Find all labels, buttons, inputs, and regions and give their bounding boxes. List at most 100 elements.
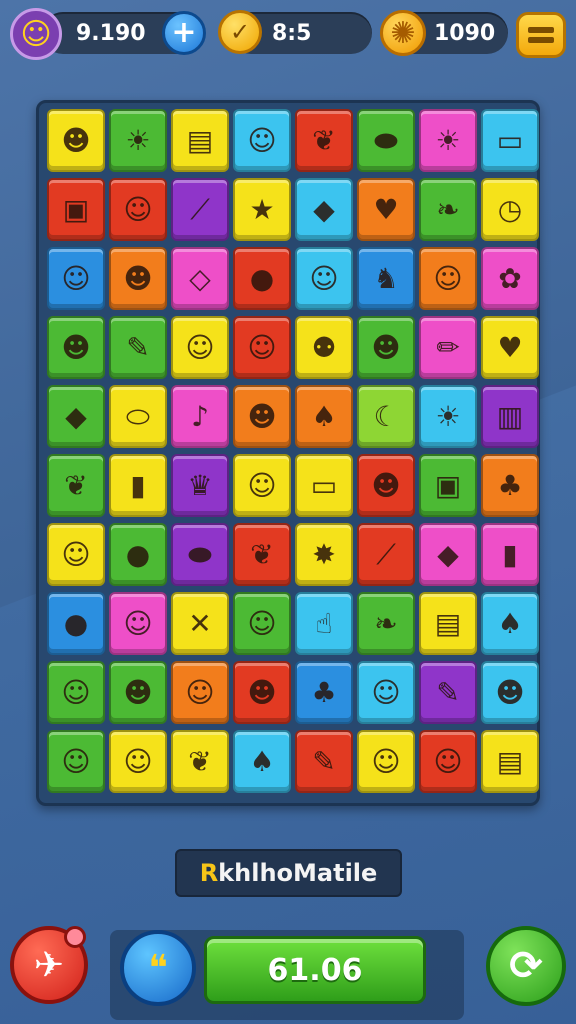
- tile[interactable]: ✎: [295, 730, 353, 793]
- tile[interactable]: ❧: [419, 178, 477, 241]
- tile[interactable]: ❦: [233, 523, 291, 586]
- notepad-icon: ▤: [496, 744, 524, 778]
- tile[interactable]: ☺: [109, 592, 167, 655]
- tile[interactable]: ☺: [233, 316, 291, 379]
- tile[interactable]: ☺: [47, 661, 105, 724]
- tile[interactable]: ⟋: [357, 523, 415, 586]
- bread-icon: ❧: [436, 192, 460, 226]
- tile[interactable]: ♣: [295, 661, 353, 724]
- tile[interactable]: ◆: [419, 523, 477, 586]
- tile[interactable]: ♠: [233, 730, 291, 793]
- tile[interactable]: ✎: [109, 316, 167, 379]
- tile[interactable]: ▣: [419, 454, 477, 517]
- leaf-icon: ❦: [188, 744, 212, 778]
- leaf-icon: ❦: [312, 123, 336, 157]
- pencil-icon: ✏: [436, 330, 460, 364]
- tile[interactable]: ☻: [109, 661, 167, 724]
- tile[interactable]: ❦: [47, 454, 105, 517]
- tile[interactable]: ♠: [295, 385, 353, 448]
- tile[interactable]: ▭: [481, 109, 539, 172]
- tile[interactable]: ⟋: [171, 178, 229, 241]
- tile[interactable]: ☺: [357, 661, 415, 724]
- tile[interactable]: ☺: [47, 730, 105, 793]
- tile[interactable]: ☀: [109, 109, 167, 172]
- thumbs-up-icon: ☝: [315, 606, 333, 640]
- lemon-face-icon: ☺: [123, 744, 153, 778]
- tile[interactable]: ●: [109, 523, 167, 586]
- tile[interactable]: ▮: [481, 523, 539, 586]
- tile[interactable]: ☺: [233, 109, 291, 172]
- tile[interactable]: ✕: [171, 592, 229, 655]
- tile[interactable]: ▥: [481, 385, 539, 448]
- tile[interactable]: ☀: [419, 385, 477, 448]
- tile[interactable]: ☻: [109, 247, 167, 310]
- tile[interactable]: ☺: [47, 523, 105, 586]
- tile[interactable]: ✸: [295, 523, 353, 586]
- tile[interactable]: ☻: [481, 661, 539, 724]
- tile[interactable]: ♥: [481, 316, 539, 379]
- gear-face-icon: ✺: [390, 15, 416, 51]
- tile[interactable]: ♠: [481, 592, 539, 655]
- tile[interactable]: ▤: [481, 730, 539, 793]
- tile[interactable]: ☻: [357, 316, 415, 379]
- gear-icon[interactable]: ✺: [380, 10, 426, 56]
- tile[interactable]: ❧: [357, 592, 415, 655]
- tile[interactable]: ☝: [295, 592, 353, 655]
- tile[interactable]: ◆: [47, 385, 105, 448]
- tile[interactable]: ♛: [171, 454, 229, 517]
- tile[interactable]: ☀: [419, 109, 477, 172]
- tile[interactable]: ☻: [233, 385, 291, 448]
- tile[interactable]: ♞: [357, 247, 415, 310]
- tile[interactable]: ☻: [233, 661, 291, 724]
- tile[interactable]: ◇: [171, 247, 229, 310]
- tile[interactable]: ☺: [357, 730, 415, 793]
- face-icon: ☻: [61, 123, 91, 157]
- tile[interactable]: ☾: [357, 385, 415, 448]
- tile[interactable]: ☺: [171, 661, 229, 724]
- bubbles-icon: ⚉: [311, 330, 337, 364]
- tile[interactable]: ▮: [109, 454, 167, 517]
- tile[interactable]: ✏: [419, 316, 477, 379]
- tile[interactable]: ☺: [419, 247, 477, 310]
- tile[interactable]: ☻: [357, 454, 415, 517]
- refresh-button[interactable]: ⟳: [486, 926, 566, 1006]
- hint-button[interactable]: ❝: [120, 930, 196, 1006]
- leaf-icon: ❦: [250, 537, 274, 571]
- tile[interactable]: ☻: [47, 109, 105, 172]
- tile[interactable]: ♪: [171, 385, 229, 448]
- tile[interactable]: ▤: [419, 592, 477, 655]
- tile[interactable]: ⬬: [171, 523, 229, 586]
- tile[interactable]: ♥: [357, 178, 415, 241]
- tile[interactable]: ☻: [47, 316, 105, 379]
- rocket-button[interactable]: ✈: [10, 926, 88, 1004]
- tile[interactable]: ☺: [233, 592, 291, 655]
- tile[interactable]: ❦: [171, 730, 229, 793]
- tile[interactable]: ☺: [419, 730, 477, 793]
- tile[interactable]: ☺: [233, 454, 291, 517]
- tile[interactable]: ♣: [481, 454, 539, 517]
- tile[interactable]: ▤: [171, 109, 229, 172]
- tile[interactable]: ☺: [171, 316, 229, 379]
- tile[interactable]: ●: [233, 247, 291, 310]
- menu-button[interactable]: [516, 12, 566, 58]
- tile[interactable]: ★: [233, 178, 291, 241]
- tile[interactable]: ☺: [47, 247, 105, 310]
- tile[interactable]: ●: [47, 592, 105, 655]
- tile[interactable]: ▣: [47, 178, 105, 241]
- tile[interactable]: ▭: [295, 454, 353, 517]
- crown-icon: ♛: [187, 468, 213, 502]
- player-avatar[interactable]: ☺: [10, 8, 62, 60]
- tile[interactable]: ⚉: [295, 316, 353, 379]
- tile[interactable]: ☺: [109, 178, 167, 241]
- add-score-button[interactable]: +: [162, 11, 206, 55]
- tile[interactable]: ✎: [419, 661, 477, 724]
- tile[interactable]: ❦: [295, 109, 353, 172]
- tile[interactable]: ☺: [109, 730, 167, 793]
- tile[interactable]: ⬬: [357, 109, 415, 172]
- tile[interactable]: ✿: [481, 247, 539, 310]
- tile[interactable]: ⬭: [109, 385, 167, 448]
- tile[interactable]: ◆: [295, 178, 353, 241]
- score-button[interactable]: 61.06: [204, 936, 426, 1004]
- tile[interactable]: ☺: [295, 247, 353, 310]
- tile[interactable]: ◷: [481, 178, 539, 241]
